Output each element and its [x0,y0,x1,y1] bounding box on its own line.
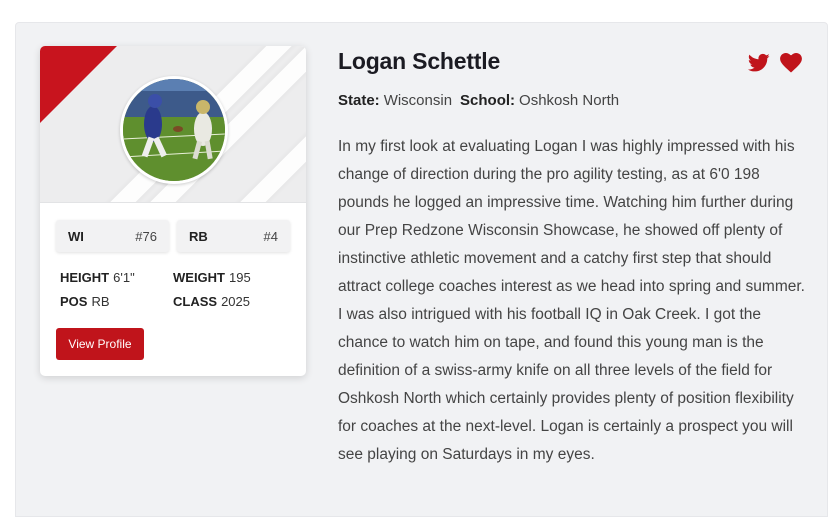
player-card: WI #76 RB #4 HEIGHT 6'1" WEIGHT 195 POS RB … [40,46,306,376]
school-value: Oshkosh North [519,92,620,109]
player-bio: In my first look at evaluating Logan I w… [338,138,805,463]
player-meta: State: Wisconsin School: Oshkosh North [338,92,619,109]
stat-value: 2025 [221,294,250,309]
stat-value: 195 [229,270,251,285]
heart-icon[interactable] [780,53,802,78]
stat-label: CLASS [173,294,218,309]
state-value: Wisconsin [383,92,453,109]
stat-label: HEIGHT [60,270,110,285]
stat-height: HEIGHT 6'1" [60,270,135,285]
stat-label: WEIGHT [173,270,225,285]
stat-weight: WEIGHT 195 [173,270,251,285]
twitter-icon[interactable] [747,53,770,78]
stat-label: POS [60,294,88,309]
position-number-badge: RB #4 [177,220,290,252]
badge-key: RB [189,228,208,244]
action-icons [747,53,802,78]
state-label: State: [338,92,380,109]
stat-pos: POS RB [60,294,110,309]
avatar [120,76,228,184]
school-label: School: [460,92,516,109]
corner-accent [40,46,117,123]
badge-value: #4 [263,228,278,244]
stat-value: 6'1" [113,270,135,285]
badge-key: WI [68,228,84,244]
card-header [40,46,306,203]
stat-value: RB [91,294,110,309]
player-name: Logan Schettle [338,48,501,74]
state-number-badge: WI #76 [56,220,169,252]
stat-class: CLASS 2025 [173,294,250,309]
view-profile-button[interactable]: View Profile [56,328,144,360]
badge-value: #76 [135,228,157,244]
